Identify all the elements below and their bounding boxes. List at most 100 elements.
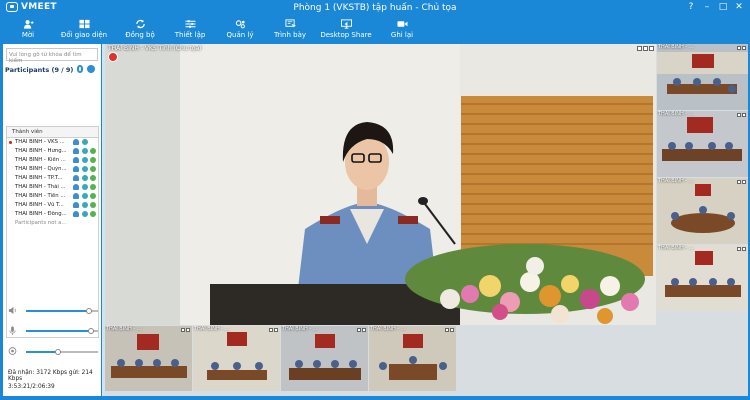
participant-row[interactable]: THÁI BÌNH - Quỳn... [7,165,98,174]
main-video-tile[interactable]: THÁI BÌNH - VKS Tỉnh (Chủ tọa) [105,44,656,325]
search-input[interactable]: Vui lòng gõ từ khóa để tìm kiếm [6,48,98,64]
session-duration: 3:53:21/2:06:39 [8,384,55,390]
camera-status-icon[interactable] [90,157,96,163]
participant-row[interactable]: THÁI BÌNH - VKS ... [7,138,98,147]
participant-name: THÁI BÌNH - TP.T... [15,175,63,181]
desktop-share-button[interactable]: Desktop Share [315,17,377,43]
bottom-video-controls [181,328,190,332]
participant-row[interactable]: THÁI BÌNH - Kiến ... [7,156,98,165]
participant-row[interactable]: THÁI BÌNH - Thái ... [7,183,98,192]
speaker-icon [8,306,16,315]
bottom-video-tile[interactable]: THÁI BÌNH - ... [105,326,192,391]
tile-mic-icon[interactable] [357,328,361,332]
tile-mic-icon[interactable] [637,46,642,51]
mic-status-icon[interactable] [82,184,88,190]
record-button[interactable]: Ghi lại [377,17,427,43]
stop-broadcast-icon[interactable] [108,52,118,62]
camera-status-icon[interactable] [90,202,96,208]
bottom-video-controls [269,328,278,332]
window-title: Phòng 1 (VKSTB) tập huấn - Chủ tọa [293,3,457,13]
participant-row[interactable]: THÁI BÌNH - Hưng... [7,147,98,156]
mic-status-icon[interactable] [82,211,88,217]
tile-cam-icon[interactable] [362,328,366,332]
record-icon [396,19,408,29]
tile-fullscreen-icon[interactable] [649,46,654,51]
change-layout-label: Đổi giao diện [60,31,108,39]
tile-mic-icon[interactable] [737,113,741,117]
tile-cam-icon[interactable] [742,180,746,184]
sync-icon [134,19,146,29]
mic-status-icon[interactable] [82,139,88,145]
sync-button[interactable]: Đồng bộ [115,17,165,43]
participant-name: THÁI BÌNH - Quỳn... [15,166,67,172]
camera-level-slider[interactable] [26,349,98,355]
camera-status-icon[interactable] [90,175,96,181]
mic-status-icon[interactable] [82,175,88,181]
camera-status-icon[interactable] [90,184,96,190]
mute-all-mic-icon[interactable] [77,65,83,73]
bottom-video-controls [357,328,366,332]
speaker-volume-knob[interactable] [86,308,93,314]
participant-name: THÁI BÌNH - VKS ... [15,139,65,145]
side-video-controls [737,46,746,50]
settings-button[interactable]: Thiết lập [165,17,215,43]
mic-status-icon[interactable] [82,193,88,199]
invite-button[interactable]: Mời [3,17,53,43]
tile-mic-icon[interactable] [737,180,741,184]
side-video-tile[interactable]: THÁI BÌNH - ... [657,245,748,311]
tile-cam-icon[interactable] [742,247,746,251]
speaker-volume-slider[interactable] [26,308,98,314]
tile-cam-icon[interactable] [450,328,454,332]
tile-cam-icon[interactable] [742,46,746,50]
tile-cam-icon[interactable] [274,328,278,332]
participant-row[interactable]: THÁI BÌNH - Tiền ... [7,192,98,201]
tile-cam-icon[interactable] [742,113,746,117]
bottom-video-tile[interactable]: THÁI BÌNH - ... [369,326,456,391]
side-video-feed [657,178,748,244]
sync-label: Đồng bộ [125,31,155,39]
help-button[interactable]: ? [686,2,696,12]
side-video-tile[interactable]: THÁI BÌNH - ... [657,111,748,177]
bottom-video-tile[interactable]: THÁI BÌNH - ... [281,326,368,391]
mic-status-icon[interactable] [82,166,88,172]
minimize-button[interactable]: – [702,2,712,12]
manage-button[interactable]: Quản lý [215,17,265,43]
mic-status-icon[interactable] [82,157,88,163]
maximize-button[interactable]: □ [718,2,728,12]
webcam-icon [8,347,17,355]
record-label: Ghi lại [390,31,414,39]
camera-all-icon[interactable] [87,65,95,73]
tile-mic-icon[interactable] [445,328,449,332]
side-video-feed [657,245,748,311]
camera-level-knob[interactable] [55,349,62,355]
side-video-tile[interactable]: THÁI BÌNH - ... [657,178,748,244]
tile-mic-icon[interactable] [269,328,273,332]
person-icon [73,166,79,172]
side-video-tile[interactable]: THÁI BÌNH - ... [657,44,748,110]
person-icon [73,148,79,154]
mic-volume-knob[interactable] [87,328,94,334]
tile-mic-icon[interactable] [181,328,185,332]
mic-status-icon[interactable] [82,202,88,208]
close-button[interactable]: ✕ [734,2,744,12]
tile-mic-icon[interactable] [737,46,741,50]
participant-column-header: Thành viên [7,127,98,138]
side-video-label: THÁI BÌNH - ... [658,178,694,184]
tile-cam-icon[interactable] [186,328,190,332]
change-layout-button[interactable]: Đổi giao diện [53,17,115,43]
camera-status-icon[interactable] [90,166,96,172]
participant-row[interactable]: THÁI BÌNH - TP.T... [7,174,98,183]
mic-volume-slider[interactable] [26,328,98,334]
tile-cam-icon[interactable] [643,46,648,51]
camera-status-icon[interactable] [90,193,96,199]
bottom-video-tile[interactable]: THÁI BÌNH - ... [193,326,280,391]
manage-icon [234,19,246,29]
mic-status-icon[interactable] [82,148,88,154]
camera-status-icon[interactable] [90,211,96,217]
participant-row[interactable]: THÁI BÌNH - Đông... [7,210,98,219]
present-button[interactable]: Trình bày [265,17,315,43]
camera-status-icon[interactable] [90,148,96,154]
bottom-video-controls [445,328,454,332]
participant-row[interactable]: THÁI BÌNH - Vũ T... [7,201,98,210]
tile-mic-icon[interactable] [737,247,741,251]
